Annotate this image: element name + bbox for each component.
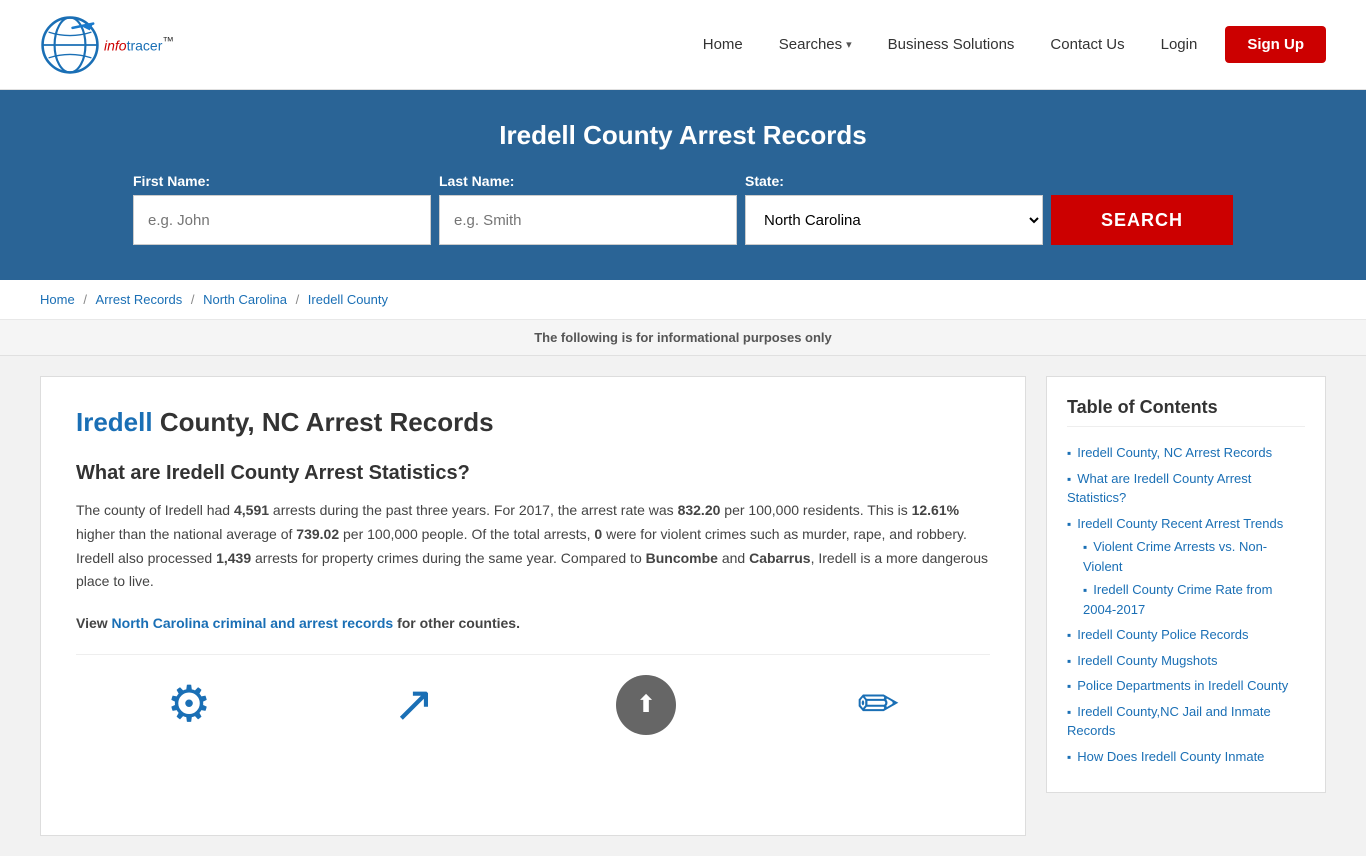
- nav-business[interactable]: Business Solutions: [880, 30, 1023, 59]
- logo-tm: ™: [162, 35, 174, 48]
- toc-sub-item: Violent Crime Arrests vs. Non-Violent: [1083, 537, 1305, 576]
- toc-sub-item: Iredell County Crime Rate from 2004-2017: [1083, 580, 1305, 619]
- breadcrumb-arrest-records[interactable]: Arrest Records: [96, 292, 183, 307]
- toc-link[interactable]: Iredell County Mugshots: [1077, 653, 1217, 668]
- icon-item-pen: ✏: [857, 675, 899, 735]
- toc-item: How Does Iredell County Inmate: [1067, 747, 1305, 767]
- breadcrumb-home[interactable]: Home: [40, 292, 75, 307]
- toc-list: Iredell County, NC Arrest Records What ar…: [1067, 443, 1305, 766]
- p2-text-b: for other counties.: [393, 615, 520, 631]
- state-group: State: AlabamaAlaskaArizonaArkansasCalif…: [745, 173, 1043, 245]
- first-name-group: First Name:: [133, 173, 431, 245]
- search-button[interactable]: SEARCH: [1051, 195, 1233, 245]
- toc-link[interactable]: Iredell County Recent Arrest Trends: [1077, 516, 1283, 531]
- article-section1-heading: What are Iredell County Arrest Statistic…: [76, 462, 990, 485]
- p1-prop: 1,439: [216, 550, 251, 566]
- icon-item-scroll: ⬆: [616, 675, 676, 735]
- p1-text-c: per 100,000 residents. This is: [720, 502, 911, 518]
- logo-tracer-text: tracer: [127, 38, 163, 54]
- p1-arrests: 4,591: [234, 502, 269, 518]
- info-notice-text: The following is for informational purpo…: [534, 330, 832, 345]
- first-name-input[interactable]: [133, 195, 431, 245]
- article: Iredell County, NC Arrest Records What a…: [40, 376, 1026, 836]
- toc-link[interactable]: Iredell County Police Records: [1077, 627, 1248, 642]
- chevron-down-icon: ▾: [846, 38, 852, 51]
- info-notice: The following is for informational purpo…: [0, 320, 1366, 356]
- hero-title: Iredell County Arrest Records: [499, 120, 866, 151]
- breadcrumb: Home / Arrest Records / North Carolina /…: [0, 280, 1366, 320]
- nav-home[interactable]: Home: [695, 30, 751, 59]
- nav-searches[interactable]: Searches ▾: [771, 30, 860, 59]
- scroll-icon: ⬆: [616, 675, 676, 735]
- toc-link[interactable]: Police Departments in Iredell County: [1077, 678, 1288, 693]
- article-title: Iredell County, NC Arrest Records: [76, 407, 990, 438]
- toc-item: Iredell County, NC Arrest Records: [1067, 443, 1305, 463]
- last-name-input[interactable]: [439, 195, 737, 245]
- state-select[interactable]: AlabamaAlaskaArizonaArkansasCaliforniaCo…: [745, 195, 1043, 245]
- icons-row: ⚙ ↗ ⬆ ✏: [76, 654, 990, 735]
- p1-text-a: The county of Iredell had: [76, 502, 234, 518]
- toc-link[interactable]: What are Iredell County Arrest Statistic…: [1067, 471, 1251, 506]
- logo-info-text: info: [104, 38, 127, 54]
- p1-text-h: and: [718, 550, 749, 566]
- breadcrumb-sep3: /: [296, 292, 303, 307]
- signup-button[interactable]: Sign Up: [1225, 26, 1326, 63]
- article-paragraph2: View North Carolina criminal and arrest …: [76, 612, 990, 636]
- toc-item: Iredell County Mugshots: [1067, 651, 1305, 671]
- main-content: Iredell County, NC Arrest Records What a…: [0, 356, 1366, 856]
- breadcrumb-iredell-county[interactable]: Iredell County: [308, 292, 388, 307]
- toc-link[interactable]: Iredell County,NC Jail and Inmate Record…: [1067, 704, 1271, 739]
- toc-link[interactable]: How Does Iredell County Inmate: [1077, 749, 1264, 764]
- toc-item: Iredell County,NC Jail and Inmate Record…: [1067, 702, 1305, 741]
- pen-icon: ✏: [857, 675, 899, 733]
- icon-item-arrow: ↗: [393, 675, 435, 735]
- last-name-label: Last Name:: [439, 173, 737, 189]
- navbar: infotracer™ Home Searches ▾ Business Sol…: [0, 0, 1366, 90]
- toc-item: Police Departments in Iredell County: [1067, 676, 1305, 696]
- p1-text-b: arrests during the past three years. For…: [269, 502, 678, 518]
- nav-links: Home Searches ▾ Business Solutions Conta…: [695, 26, 1326, 63]
- nc-records-link[interactable]: North Carolina criminal and arrest recor…: [112, 615, 394, 631]
- toc-sub-link[interactable]: Iredell County Crime Rate from 2004-2017: [1083, 582, 1272, 617]
- p1-text-d: higher than the national average of: [76, 526, 296, 542]
- state-label: State:: [745, 173, 1043, 189]
- toc-item: Iredell County Police Records: [1067, 625, 1305, 645]
- p1-rate: 832.20: [678, 502, 721, 518]
- nav-contact[interactable]: Contact Us: [1042, 30, 1132, 59]
- p1-text-g: arrests for property crimes during the s…: [251, 550, 646, 566]
- breadcrumb-north-carolina[interactable]: North Carolina: [203, 292, 287, 307]
- p2-text-a: View: [76, 615, 112, 631]
- hero-band: Iredell County Arrest Records First Name…: [0, 90, 1366, 280]
- handcuffs-icon: ⚙: [167, 675, 212, 733]
- p1-text-e: per 100,000 people. Of the total arrests…: [339, 526, 594, 542]
- p1-cabarrus: Cabarrus: [749, 550, 810, 566]
- article-paragraph1: The county of Iredell had 4,591 arrests …: [76, 499, 990, 594]
- toc-link[interactable]: Iredell County, NC Arrest Records: [1077, 445, 1272, 460]
- article-title-highlight: Iredell: [76, 407, 153, 437]
- last-name-group: Last Name:: [439, 173, 737, 245]
- login-button[interactable]: Login: [1153, 30, 1206, 59]
- arrow-icon: ↗: [393, 675, 435, 733]
- article-title-rest: County, NC Arrest Records: [153, 407, 494, 437]
- first-name-label: First Name:: [133, 173, 431, 189]
- p1-buncombe: Buncombe: [646, 550, 718, 566]
- logo[interactable]: infotracer™: [40, 15, 174, 75]
- breadcrumb-sep2: /: [191, 292, 198, 307]
- nav-searches-label: Searches: [779, 36, 842, 53]
- p1-pct: 12.61%: [912, 502, 959, 518]
- icon-item-handcuffs: ⚙: [167, 675, 212, 735]
- toc-sub-link[interactable]: Violent Crime Arrests vs. Non-Violent: [1083, 539, 1267, 574]
- search-form: First Name: Last Name: State: AlabamaAla…: [133, 173, 1233, 245]
- p1-nat: 739.02: [296, 526, 339, 542]
- toc-heading: Table of Contents: [1067, 397, 1305, 427]
- toc-item: What are Iredell County Arrest Statistic…: [1067, 469, 1305, 508]
- toc-item: Iredell County Recent Arrest Trends Viole…: [1067, 514, 1305, 620]
- toc: Table of Contents Iredell County, NC Arr…: [1046, 376, 1326, 793]
- breadcrumb-sep1: /: [83, 292, 90, 307]
